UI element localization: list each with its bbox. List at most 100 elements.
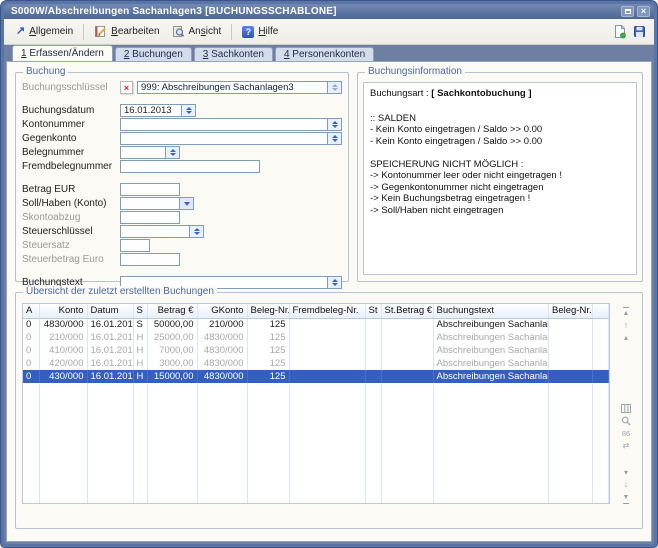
buchungsschluessel-input[interactable] xyxy=(137,81,328,94)
tab-page: Buchung Buchungsschlüssel×BuchungsdatumK… xyxy=(6,61,652,542)
page-down-icon[interactable]: ▾ xyxy=(624,468,628,477)
empty-cell xyxy=(381,396,433,409)
fremdbelegnummer-input[interactable] xyxy=(120,160,260,173)
column-header[interactable]: Beleg-Nr.2 xyxy=(549,304,593,318)
cell xyxy=(289,344,365,357)
column-header[interactable]: St.Betrag € xyxy=(381,304,433,318)
column-header[interactable]: Buchungstext xyxy=(433,304,549,318)
gegenkonto-input[interactable] xyxy=(120,132,328,145)
empty-cell xyxy=(289,500,365,504)
steuerbetrag-euro-input[interactable] xyxy=(120,253,180,266)
column-header[interactable]: Konto xyxy=(39,304,87,318)
column-header[interactable]: Fremdbeleg-Nr. xyxy=(289,304,365,318)
buchungsschluessel-input-wrap xyxy=(137,81,342,94)
buchungsart-value: [ Sachkontobuchung ] xyxy=(431,88,531,99)
soll-haben-konto-input[interactable] xyxy=(120,197,180,210)
menu-hilfe[interactable]: ? Hilfe xyxy=(236,24,284,40)
info-line: -> Kein Buchungsbetrag eingetragen ! xyxy=(370,193,630,205)
grid-navigator: ▲ ↑ ▴ 86 ⇄ ▾ xyxy=(616,305,636,504)
info-lines: :: SALDEN- Kein Konto eingetragen / Sald… xyxy=(370,101,630,216)
field-row-betrag-eur: Betrag EUR xyxy=(22,183,342,196)
cell xyxy=(593,318,609,331)
empty-cell xyxy=(549,448,593,461)
empty-cell xyxy=(147,448,197,461)
tab-sachkonten[interactable]: 3 Sachkonten xyxy=(194,47,273,61)
soll-haben-konto-dropdown-button[interactable] xyxy=(180,197,194,210)
menu-ansicht[interactable]: Ansicht xyxy=(166,23,228,40)
buchung-form: Buchungsschlüssel×BuchungsdatumKontonumm… xyxy=(16,73,348,289)
empty-cell xyxy=(381,383,433,396)
empty-cell xyxy=(365,448,381,461)
kontonummer-spinner-button[interactable] xyxy=(328,118,342,131)
column-header[interactable]: A xyxy=(23,304,39,318)
clear-field-button[interactable]: × xyxy=(120,81,133,94)
restore-button[interactable] xyxy=(621,6,634,17)
column-header[interactable]: Betrag € xyxy=(147,304,197,318)
buchungsdatum-spinner-button[interactable] xyxy=(182,104,196,117)
empty-cell xyxy=(365,422,381,435)
empty-cell xyxy=(593,474,609,487)
buchungsdatum-input[interactable] xyxy=(120,104,182,117)
buchungsschluessel-spinner-button[interactable] xyxy=(328,81,342,94)
belegnummer-spinner-button[interactable] xyxy=(166,146,180,159)
empty-cell xyxy=(197,474,247,487)
empty-row xyxy=(23,474,609,487)
empty-cell xyxy=(23,448,39,461)
table-row[interactable]: 0420/00016.01.2013H3000,004830/000125Abs… xyxy=(23,357,609,370)
cell: Abschreibungen Sachanlagen xyxy=(433,318,549,331)
empty-cell xyxy=(23,500,39,504)
steuerschluessel-input[interactable] xyxy=(120,225,190,238)
table-row[interactable]: 0410/00016.01.2013H7000,004830/000125Abs… xyxy=(23,344,609,357)
skontoabzug-input[interactable] xyxy=(120,211,180,224)
close-button[interactable]: × xyxy=(637,6,650,17)
empty-row xyxy=(23,383,609,396)
betrag-eur-input[interactable] xyxy=(120,183,180,196)
save-button[interactable] xyxy=(633,25,646,38)
titlebar[interactable]: S000W/Abschreibungen Sachanlagen3 [BUCHU… xyxy=(4,4,654,19)
empty-cell xyxy=(549,487,593,500)
gegenkonto-spinner-button[interactable] xyxy=(328,132,342,145)
page-up-icon[interactable]: ▴ xyxy=(624,333,628,342)
search-icon[interactable] xyxy=(621,416,631,426)
cell: Abschreibungen Sachanlagen xyxy=(433,370,549,383)
empty-cell xyxy=(381,461,433,474)
kontonummer-input[interactable] xyxy=(120,118,328,131)
empty-cell xyxy=(289,448,365,461)
buchungstext-spinner-button[interactable] xyxy=(328,276,342,289)
belegnummer-input[interactable] xyxy=(120,146,166,159)
scroll-to-top-icon[interactable]: ▲ xyxy=(623,307,630,318)
column-header[interactable]: GKonto xyxy=(197,304,247,318)
field-row-kontonummer: Kontonummer xyxy=(22,118,342,131)
cell: 7000,00 xyxy=(147,344,197,357)
column-header[interactable]: Datum xyxy=(87,304,133,318)
buchungsdatum-input-wrap xyxy=(120,104,196,117)
nav-group-middle: 86 ⇄ xyxy=(621,404,631,450)
tab-personenkonten[interactable]: 4 Personenkonten xyxy=(275,47,374,61)
column-header[interactable] xyxy=(593,304,609,318)
column-header[interactable]: St xyxy=(365,304,381,318)
empty-cell xyxy=(593,500,609,504)
column-header[interactable]: S xyxy=(133,304,147,318)
table-row[interactable]: 0210/00016.01.2013H25000,004830/000125Ab… xyxy=(23,331,609,344)
steuerschluessel-spinner-button[interactable] xyxy=(190,225,204,238)
tab-buchungen[interactable]: 2 Buchungen xyxy=(115,47,192,61)
table-row[interactable]: 04830/00016.01.2013S50000,00210/000125Ab… xyxy=(23,318,609,331)
tab-erfassen-aendern[interactable]: 1 Erfassen/Ändern xyxy=(12,45,113,61)
row-down-icon[interactable]: ↓ xyxy=(624,480,629,489)
scroll-to-bottom-icon[interactable]: ▼ xyxy=(623,492,630,504)
refresh-icon[interactable]: ⇄ xyxy=(623,441,630,450)
cell: 0 xyxy=(23,331,39,344)
menu-allgemein[interactable]: ↗ Allgemein xyxy=(10,24,79,39)
table-row[interactable]: 0430/00016.01.2013H15000,004830/000125Ab… xyxy=(23,370,609,383)
menu-bearbeiten[interactable]: Bearbeiten xyxy=(88,23,165,40)
row-up-icon[interactable]: ↑ xyxy=(624,321,629,330)
empty-cell xyxy=(147,409,197,422)
records-count-icon[interactable]: 86 xyxy=(622,429,630,438)
new-document-button[interactable] xyxy=(613,24,627,39)
empty-cell xyxy=(433,500,549,504)
steuersatz-input[interactable] xyxy=(120,239,150,252)
column-header[interactable]: Beleg-Nr. xyxy=(247,304,289,318)
steuersatz-control xyxy=(120,239,342,252)
empty-cell xyxy=(549,422,593,435)
grid-view-icon[interactable] xyxy=(621,404,631,413)
